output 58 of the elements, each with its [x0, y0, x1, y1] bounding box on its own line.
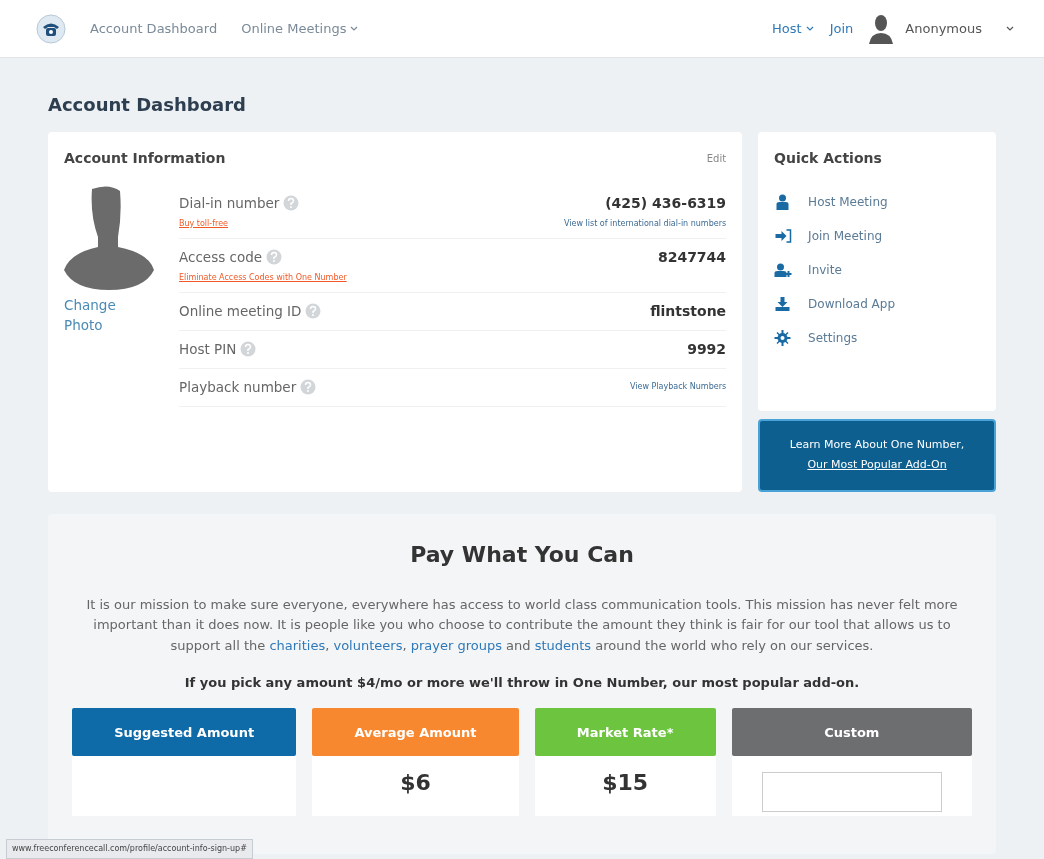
- quick-action-link[interactable]: Host Meeting: [774, 192, 980, 211]
- field-value: 9992: [687, 339, 727, 359]
- promo-text: Learn More About One Number,: [788, 436, 966, 453]
- sign-in-icon: [774, 227, 793, 244]
- amount-tab[interactable]: Average Amount: [312, 708, 519, 757]
- nav-link[interactable]: Join: [829, 18, 854, 39]
- add-user-icon: [774, 261, 793, 278]
- playback-link[interactable]: View Playback Numbers: [630, 380, 727, 393]
- help-icon: [300, 378, 317, 395]
- amount-tab[interactable]: Custom: [731, 708, 972, 757]
- quick-action-link[interactable]: Invite: [774, 260, 980, 279]
- international-numbers-link[interactable]: View list of international dial-in numbers: [564, 217, 727, 230]
- quick-action-link[interactable]: Settings: [774, 328, 980, 347]
- inline-link[interactable]: students: [534, 638, 592, 654]
- help-icon: [283, 195, 300, 212]
- quick-action-link[interactable]: Download App: [774, 294, 980, 313]
- card-title: Account Information: [64, 148, 226, 168]
- inline-link[interactable]: prayer groups: [410, 638, 502, 654]
- help-icon: [240, 341, 257, 358]
- caret-icon: [1006, 25, 1014, 32]
- nav-link[interactable]: Host: [772, 18, 814, 39]
- field-label: Host PIN: [179, 339, 237, 359]
- caret-icon: [805, 25, 814, 32]
- inline-link[interactable]: volunteers: [333, 638, 403, 654]
- nav-link[interactable]: Account Dashboard: [90, 18, 218, 39]
- user-menu[interactable]: Anonymous: [869, 13, 1014, 44]
- status-bar-url: www.freeconferencecall.com/profile/account-info-sign-up#: [6, 839, 253, 859]
- field-label: Online meeting ID: [179, 301, 302, 321]
- custom-amount-field[interactable]: [761, 772, 942, 813]
- help-icon: [266, 249, 283, 266]
- settings-icon: [774, 329, 793, 346]
- download-icon: [774, 295, 793, 312]
- field-value: (425) 436-6319: [605, 193, 727, 213]
- caret-icon: [350, 25, 359, 32]
- nav-link[interactable]: Online Meetings: [241, 18, 359, 39]
- field-value: flintstone: [650, 301, 727, 321]
- avatar-icon: [869, 13, 894, 44]
- upsell-link[interactable]: Buy toll-free: [179, 217, 228, 230]
- phone-logo-icon: [36, 13, 66, 44]
- field-value: 8247744: [657, 247, 727, 267]
- card-title: Quick Actions: [774, 148, 883, 168]
- promo-button[interactable]: Learn More About One Number, Our Most Popular Add-On: [758, 418, 996, 492]
- price-value: $15: [602, 772, 649, 798]
- field-label: Playback number: [179, 377, 297, 397]
- upsell-link[interactable]: Eliminate Access Codes with One Number: [179, 271, 347, 284]
- field-label: Access code: [179, 247, 263, 267]
- promo-link[interactable]: Our Most Popular Add-On: [760, 457, 994, 474]
- page-title: Account Dashboard: [48, 94, 247, 116]
- mission-paragraph: It is our mission to make sure everyone, everywhere has access to world class communication tools. This mission has never felt more important than it does now. It is people like you who choose to contribute the amount they think is fair for our tool that allows us to support all the charities, volunteers, prayer groups and students around the world who rely on our services.: [85, 595, 959, 656]
- help-icon: [305, 303, 322, 320]
- amount-tab[interactable]: Suggested Amount: [72, 708, 297, 757]
- section-title: Pay What You Can: [409, 540, 635, 569]
- change-photo-link[interactable]: Change Photo: [64, 294, 134, 336]
- edit-link[interactable]: Edit: [706, 150, 727, 166]
- field-label: Dial-in number: [179, 193, 280, 213]
- quick-action-link[interactable]: Join Meeting: [774, 226, 980, 245]
- price-value: $6: [400, 772, 431, 798]
- offer-text: If you pick any amount $4/mo or more we'll throw in One Number, our most popular add-on.: [183, 674, 861, 692]
